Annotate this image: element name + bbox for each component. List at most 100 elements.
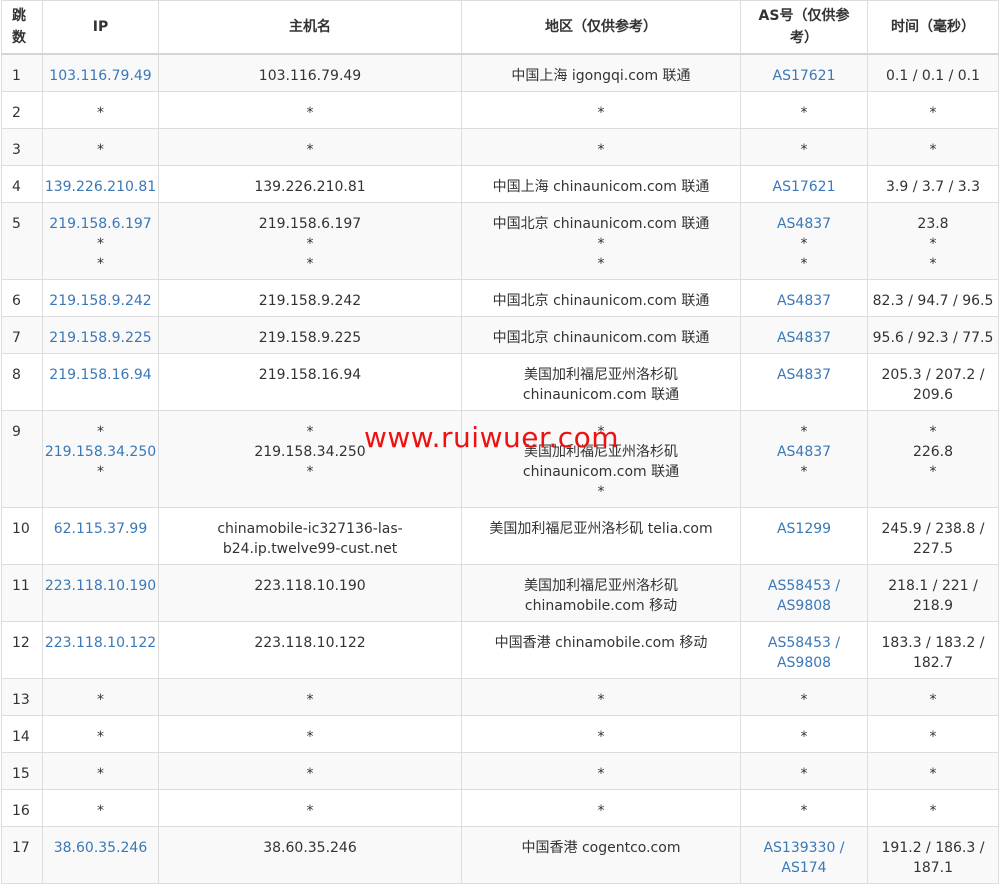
hop-number: 16 xyxy=(1,789,43,827)
asn-link[interactable]: AS9808 xyxy=(741,596,867,616)
time-cell: 245.9 / 238.8 / 227.5 xyxy=(867,507,999,565)
region-cell: 美国加利福尼亚州洛杉矶 chinamobile.com 移动 xyxy=(461,564,741,622)
region-cell: 中国北京 chinaunicom.com 联通 xyxy=(461,316,741,354)
time-text: * xyxy=(929,692,937,708)
ip-link[interactable]: 62.115.37.99 xyxy=(43,519,158,539)
ip-cell: 223.118.10.122 xyxy=(42,621,159,679)
region-text: 美国加利福尼亚州洛杉矶 xyxy=(524,367,678,383)
time-text: * xyxy=(929,803,937,819)
asn-link[interactable]: AS4837 xyxy=(741,328,867,348)
host-cell: * xyxy=(158,715,462,753)
host-cell: chinamobile-ic327136-las-b24.ip.twelve99… xyxy=(158,507,462,565)
region-text: * xyxy=(597,424,605,440)
host-text: 219.158.6.197 xyxy=(258,216,362,232)
ip-link[interactable]: 219.158.16.94 xyxy=(43,365,158,385)
table-row: 15 * * * * * xyxy=(1,752,999,790)
ip-link[interactable]: 219.158.6.197 xyxy=(43,214,158,234)
time-text: 218.9 xyxy=(912,598,954,614)
ip-text: * xyxy=(97,105,104,121)
asn-link[interactable]: AS4837 xyxy=(741,291,867,311)
region-text: 美国加利福尼亚州洛杉矶 telia.com xyxy=(489,521,713,537)
region-cell: * xyxy=(461,752,741,790)
region-cell: 中国北京 chinaunicom.com 联通 xyxy=(461,279,741,317)
table-row: 11 223.118.10.190 223.118.10.190 美国加利福尼亚州洛杉… xyxy=(1,564,999,622)
time-text: 205.3 / 207.2 / xyxy=(881,367,985,383)
region-cell: 中国上海 igongqi.com 联通 xyxy=(461,53,741,92)
ip-link[interactable]: 219.158.9.225 xyxy=(43,328,158,348)
asn-cell: * AS4837 * xyxy=(740,410,868,508)
hop-number: 3 xyxy=(1,128,43,166)
time-text: 183.3 / 183.2 / xyxy=(881,635,985,651)
table-row: 17 38.60.35.246 38.60.35.246 中国香港 cogentco.… xyxy=(1,826,999,884)
asn-text: * xyxy=(800,803,808,819)
host-cell: 219.158.16.94 xyxy=(158,353,462,411)
asn-link[interactable]: AS9808 xyxy=(741,653,867,673)
asn-cell: AS1299 xyxy=(740,507,868,565)
host-text: * xyxy=(306,142,314,158)
region-text: 中国上海 igongqi.com 联通 xyxy=(511,68,691,84)
host-cell: 139.226.210.81 xyxy=(158,165,462,203)
asn-cell: * xyxy=(740,715,868,753)
time-cell: * xyxy=(867,678,999,716)
hop-number: 5 xyxy=(1,202,43,280)
region-cell: 中国香港 cogentco.com xyxy=(461,826,741,884)
time-text: * xyxy=(929,105,937,121)
table-row: 4 139.226.210.81 139.226.210.81 中国上海 chinau… xyxy=(1,165,999,203)
asn-text: * xyxy=(800,766,808,782)
asn-link[interactable]: AS4837 xyxy=(741,365,867,385)
region-cell: 中国北京 chinaunicom.com 联通 * * xyxy=(461,202,741,280)
table-row: 13 * * * * * xyxy=(1,678,999,716)
header-asn: AS号（仅供参考） xyxy=(740,0,868,55)
ip-link[interactable]: 38.60.35.246 xyxy=(43,838,158,858)
asn-link[interactable]: AS17621 xyxy=(741,66,867,86)
time-cell: 3.9 / 3.7 / 3.3 xyxy=(867,165,999,203)
host-text: * xyxy=(306,692,314,708)
ip-link[interactable]: 223.118.10.190 xyxy=(43,576,158,596)
table-row: 3 * * * * * xyxy=(1,128,999,166)
asn-link[interactable]: AS1299 xyxy=(741,519,867,539)
ip-link[interactable]: 219.158.9.242 xyxy=(43,291,158,311)
host-text: * xyxy=(306,236,314,252)
time-text: 209.6 xyxy=(912,387,954,403)
host-text: * xyxy=(306,803,314,819)
table-row: 2 * * * * * xyxy=(1,91,999,129)
host-cell: * xyxy=(158,678,462,716)
asn-text: * xyxy=(800,256,808,272)
asn-link[interactable]: AS17621 xyxy=(741,177,867,197)
ip-link[interactable]: 103.116.79.49 xyxy=(43,66,158,86)
ip-cell: 219.158.16.94 xyxy=(42,353,159,411)
asn-cell: AS4837 * * xyxy=(740,202,868,280)
time-text: * xyxy=(929,256,937,272)
host-cell: * xyxy=(158,752,462,790)
host-cell: 103.116.79.49 xyxy=(158,53,462,92)
table-row: 10 62.115.37.99 chinamobile-ic327136-las-b… xyxy=(1,507,999,565)
table-row: 6 219.158.9.242 219.158.9.242 中国北京 chinauni… xyxy=(1,279,999,317)
ip-text: * xyxy=(97,729,104,745)
host-text: 103.116.79.49 xyxy=(258,68,362,84)
asn-link[interactable]: AS4837 xyxy=(741,442,867,462)
asn-link[interactable]: AS4837 xyxy=(741,214,867,234)
asn-link[interactable]: AS58453 / xyxy=(741,633,867,653)
asn-link[interactable]: AS58453 / xyxy=(741,576,867,596)
traceroute-table: 跳数 IP 主机名 地区（仅供参考） AS号（仅供参考） 时间（毫秒） 1 103… xyxy=(1,0,999,884)
asn-link[interactable]: AS174 xyxy=(741,858,867,878)
region-cell: 中国香港 chinamobile.com 移动 xyxy=(461,621,741,679)
time-cell: 82.3 / 94.7 / 96.5 xyxy=(867,279,999,317)
table-row: 8 219.158.16.94 219.158.16.94 美国加利福尼亚州洛杉矶 ch… xyxy=(1,353,999,411)
host-cell: 223.118.10.190 xyxy=(158,564,462,622)
time-cell: 0.1 / 0.1 / 0.1 xyxy=(867,53,999,92)
hop-number: 7 xyxy=(1,316,43,354)
region-text: 中国香港 chinamobile.com 移动 xyxy=(494,635,708,651)
ip-link[interactable]: 223.118.10.122 xyxy=(43,633,158,653)
region-text: 中国上海 chinaunicom.com 联通 xyxy=(492,179,710,195)
hop-number: 1 xyxy=(1,53,43,92)
host-text: chinamobile-ic327136-las- xyxy=(217,521,403,537)
asn-link[interactable]: AS139330 / xyxy=(741,838,867,858)
time-cell: 205.3 / 207.2 / 209.6 xyxy=(867,353,999,411)
ip-link[interactable]: 219.158.34.250 xyxy=(43,442,158,462)
ip-cell: * xyxy=(42,91,159,129)
asn-cell: * xyxy=(740,789,868,827)
ip-link[interactable]: 139.226.210.81 xyxy=(43,177,158,197)
time-text: * xyxy=(929,424,937,440)
ip-cell: 219.158.9.242 xyxy=(42,279,159,317)
